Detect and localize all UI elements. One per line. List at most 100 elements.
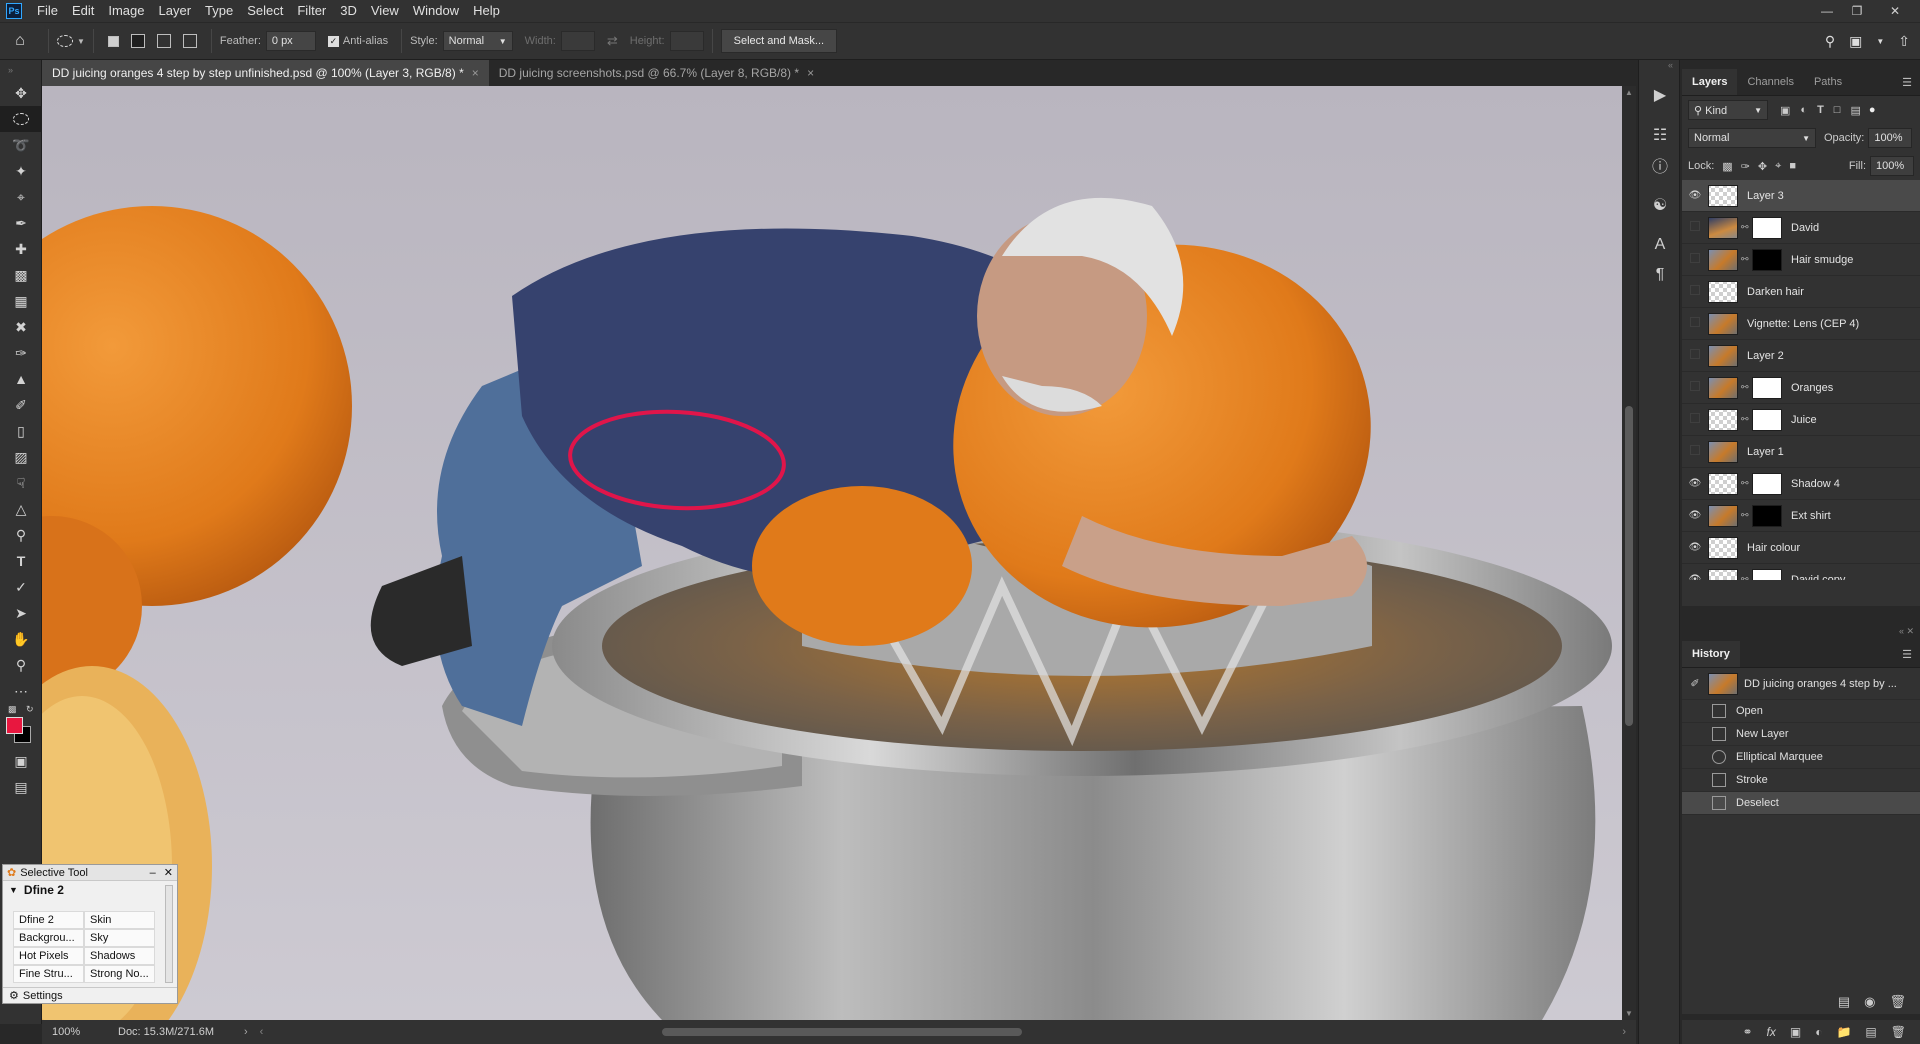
mask-link-icon[interactable]: ⚯ xyxy=(1741,382,1749,393)
color-swatches[interactable]: ▩ ↻ xyxy=(0,704,41,748)
layer-list[interactable]: 👁 Layer 3 ⚯ David ⚯ Hair smudge Darken hair Vig… xyxy=(1682,180,1920,580)
close-window-icon[interactable]: ✕ xyxy=(1880,0,1910,22)
layer-filter-select[interactable]: ⚲ Kind ▼ xyxy=(1688,100,1768,120)
spot-healing-tool-icon[interactable]: ✚ xyxy=(0,236,42,262)
document-tab[interactable]: DD juicing oranges 4 step by step unfini… xyxy=(42,60,489,86)
visibility-eye-icon[interactable] xyxy=(1682,349,1708,362)
tab-history[interactable]: History xyxy=(1682,641,1740,667)
quick-mask-icon[interactable]: ▣ xyxy=(0,748,42,774)
add-to-selection-icon[interactable] xyxy=(130,34,145,48)
chevron-down-icon[interactable]: ▼ xyxy=(1876,37,1884,46)
new-group-icon[interactable]: 📁 xyxy=(1836,1025,1851,1039)
delete-layer-icon[interactable]: 🗑 xyxy=(1891,1025,1906,1039)
width-input[interactable] xyxy=(560,31,595,51)
trash-icon[interactable]: 🗑 xyxy=(1889,994,1906,1010)
tab-layers[interactable]: Layers xyxy=(1682,69,1738,95)
minimize-icon[interactable]: — xyxy=(1812,0,1842,22)
menu-image[interactable]: Image xyxy=(101,0,151,22)
visibility-eye-icon[interactable] xyxy=(1682,445,1708,458)
mask-link-icon[interactable]: ⚯ xyxy=(1741,414,1749,425)
patch-tool-icon[interactable]: ▦ xyxy=(0,288,42,314)
layer-row[interactable]: Layer 1 xyxy=(1682,436,1920,468)
dfine-scrollbar[interactable] xyxy=(165,885,173,983)
share-icon[interactable]: ⇧ xyxy=(1898,33,1910,50)
layer-mask-thumbnail[interactable] xyxy=(1752,504,1782,527)
default-colors-icon[interactable]: ▩ xyxy=(8,704,17,715)
swap-colors-icon[interactable]: ↻ xyxy=(26,704,34,715)
lock-position-icon[interactable]: ✥ xyxy=(1758,160,1767,173)
new-document-from-state-icon[interactable]: ▤ xyxy=(1838,994,1850,1010)
layer-row[interactable]: ⚯ Hair smudge xyxy=(1682,244,1920,276)
restore-icon[interactable]: ❐ xyxy=(1842,0,1872,22)
panel-menu-icon[interactable]: ☰ xyxy=(1894,648,1920,667)
menu-3d[interactable]: 3D xyxy=(333,0,364,22)
smudge-tool-icon[interactable]: ☟ xyxy=(0,470,42,496)
scroll-left-icon[interactable]: ‹ xyxy=(260,1026,264,1038)
lock-image-icon[interactable]: ✑ xyxy=(1741,160,1750,173)
filter-toggle-icon[interactable]: ● xyxy=(1869,104,1876,116)
move-tool-icon[interactable]: ✥ xyxy=(0,80,42,106)
style-select[interactable]: Normal ▼ xyxy=(442,31,513,51)
libraries-icon[interactable]: ☯ xyxy=(1639,190,1681,220)
close-icon[interactable]: ✕ xyxy=(164,866,173,879)
subtract-from-selection-icon[interactable] xyxy=(156,34,171,48)
eyedropper-tool-icon[interactable]: ✒ xyxy=(0,210,42,236)
workspace-icon[interactable]: ▣ xyxy=(1849,33,1862,50)
filter-type-icon[interactable]: T xyxy=(1817,104,1824,116)
layer-row[interactable]: 👁 Layer 3 xyxy=(1682,180,1920,212)
close-tab-icon[interactable]: × xyxy=(807,66,814,80)
layer-row[interactable]: 👁 ⚯ Shadow 4 xyxy=(1682,468,1920,500)
new-layer-icon[interactable]: ▤ xyxy=(1865,1025,1876,1039)
document-tab[interactable]: DD juicing screenshots.psd @ 66.7% (Laye… xyxy=(488,60,825,86)
scroll-down-icon[interactable]: ▼ xyxy=(1625,1009,1633,1018)
home-icon[interactable]: ⌂ xyxy=(0,32,40,50)
visibility-eye-icon[interactable]: 👁 xyxy=(1682,574,1708,580)
new-selection-icon[interactable] xyxy=(107,35,119,47)
layer-row[interactable]: Layer 2 xyxy=(1682,340,1920,372)
history-snapshot[interactable]: ✐ DD juicing oranges 4 step by ... xyxy=(1682,668,1920,700)
dfine-preset-cell[interactable]: Dfine 2 xyxy=(13,911,84,929)
mask-link-icon[interactable]: ⚯ xyxy=(1741,478,1749,489)
play-actions-icon[interactable]: ▶ xyxy=(1639,80,1681,110)
tab-paths[interactable]: Paths xyxy=(1804,69,1852,95)
lasso-tool-icon[interactable]: ➰ xyxy=(0,132,42,158)
layer-row[interactable]: Vignette: Lens (CEP 4) xyxy=(1682,308,1920,340)
dfine-preset-cell[interactable]: Hot Pixels xyxy=(13,947,84,965)
dfine-settings-row[interactable]: ⚙ Settings xyxy=(3,987,177,1003)
history-state[interactable]: Open xyxy=(1682,700,1920,723)
dfine-preset-cell[interactable]: Backgrou... xyxy=(13,929,84,947)
antialias-checkbox[interactable]: ✓ Anti-alias xyxy=(327,35,393,47)
lock-transparent-icon[interactable]: ▩ xyxy=(1722,160,1732,173)
swap-icon[interactable]: ⇄ xyxy=(607,33,618,49)
type-tool-icon[interactable]: T xyxy=(0,548,42,574)
layer-row[interactable]: 👁 Hair colour xyxy=(1682,532,1920,564)
dfine-plugin-row[interactable]: ▼ Dfine 2 xyxy=(3,881,177,899)
mask-link-icon[interactable]: ⚯ xyxy=(1741,574,1749,580)
visibility-eye-icon[interactable] xyxy=(1682,381,1708,394)
dfine-preset-cell[interactable]: Skin xyxy=(84,911,155,929)
clone-stamp-tool-icon[interactable]: ▲ xyxy=(0,366,42,392)
dfine-preset-cell[interactable]: Shadows xyxy=(84,947,155,965)
dfine-preset-cell[interactable]: Sky xyxy=(84,929,155,947)
more-tools-icon[interactable]: ⋯ xyxy=(0,678,42,704)
history-states[interactable]: Open New Layer Elliptical Marquee Stroke Des… xyxy=(1682,700,1920,815)
layer-mask-thumbnail[interactable] xyxy=(1752,568,1782,580)
zoom-tool-icon[interactable]: ⚲ xyxy=(0,652,42,678)
visibility-eye-icon[interactable]: 👁 xyxy=(1682,510,1708,521)
brush-tool-icon[interactable]: ✑ xyxy=(0,340,42,366)
visibility-eye-icon[interactable] xyxy=(1682,317,1708,330)
eraser-tool-icon[interactable]: ▯ xyxy=(0,418,42,444)
select-and-mask-button[interactable]: Select and Mask... xyxy=(720,29,838,53)
close-tab-icon[interactable]: × xyxy=(472,66,479,80)
visibility-eye-icon[interactable] xyxy=(1682,413,1708,426)
minimize-icon[interactable]: – xyxy=(150,867,156,879)
layer-row[interactable]: 👁 ⚯ Ext shirt xyxy=(1682,500,1920,532)
dfine-preset-cell[interactable]: Fine Stru... xyxy=(13,965,84,983)
content-aware-move-tool-icon[interactable]: ✖ xyxy=(0,314,42,340)
history-brush-source-icon[interactable]: ✐ xyxy=(1682,677,1708,690)
menu-view[interactable]: View xyxy=(364,0,406,22)
scroll-right-icon[interactable]: › xyxy=(1622,1026,1626,1038)
scrollbar-thumb[interactable] xyxy=(1625,406,1633,726)
layer-mask-thumbnail[interactable] xyxy=(1752,376,1782,399)
collapse-icon[interactable]: « xyxy=(1639,60,1679,80)
